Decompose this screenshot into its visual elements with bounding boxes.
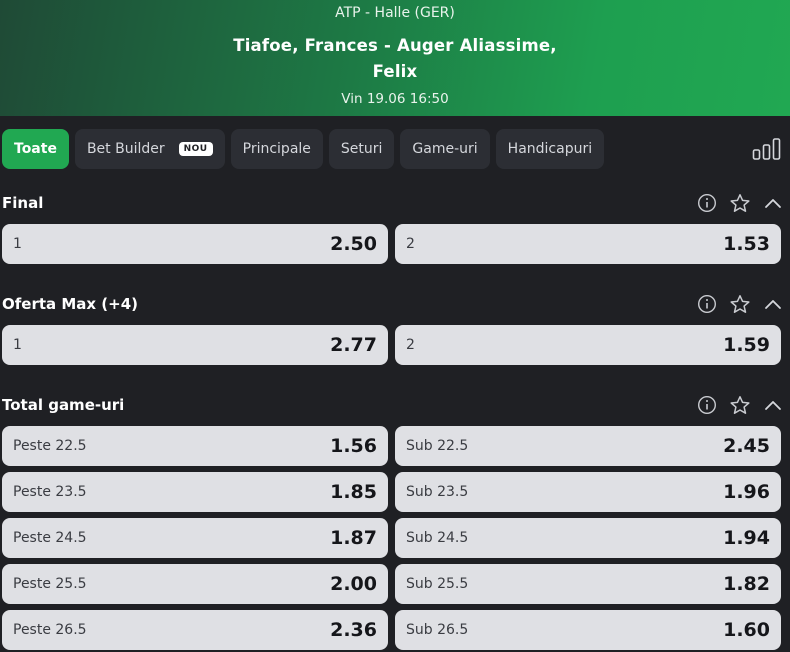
outcome-label: 1	[13, 337, 22, 353]
odd-value: 1.96	[723, 481, 770, 503]
odd-button[interactable]: 1 2.50	[2, 224, 388, 264]
odd-button[interactable]: Peste 22.5 1.56	[2, 426, 388, 466]
market-oferta-max: Oferta Max (+4) 1 2.77 2 1.59	[0, 293, 790, 365]
odd-button[interactable]: Peste 25.5 2.00	[2, 564, 388, 604]
odd-button[interactable]: Sub 22.5 2.45	[395, 426, 781, 466]
outcome-label: Sub 24.5	[406, 530, 469, 546]
odd-button[interactable]: Sub 26.5 1.60	[395, 610, 781, 650]
outcome-label: Sub 23.5	[406, 484, 469, 500]
event-header: ATP - Halle (GER) Tiafoe, Frances - Auge…	[0, 0, 790, 116]
odd-button[interactable]: Sub 25.5 1.82	[395, 564, 781, 604]
outcome-label: 1	[13, 236, 22, 252]
outcome-label: 2	[406, 236, 415, 252]
new-badge: NOU	[178, 142, 213, 156]
market-title: Oferta Max (+4)	[2, 295, 139, 313]
odds-row: Peste 22.5 1.56 Sub 22.5 2.45	[2, 426, 781, 466]
odd-value: 1.87	[330, 527, 377, 549]
league-name: ATP - Halle (GER)	[335, 5, 455, 21]
info-icon[interactable]	[697, 294, 717, 314]
market-title: Final	[2, 194, 44, 212]
market-actions	[696, 394, 788, 416]
outcome-label: 2	[406, 337, 415, 353]
odd-value: 1.82	[723, 573, 770, 595]
info-icon[interactable]	[697, 395, 717, 415]
tab-label: Toate	[14, 141, 57, 157]
tab-label: Principale	[242, 141, 311, 157]
market-tabs: Toate Bet Builder NOU Principale Seturi G…	[2, 129, 605, 169]
outcome-label: Sub 26.5	[406, 622, 469, 638]
odd-button[interactable]: Peste 24.5 1.87	[2, 518, 388, 558]
chevron-up-icon[interactable]	[764, 395, 782, 415]
tab-principale[interactable]: Principale	[230, 129, 323, 169]
tab-label: Seturi	[340, 141, 383, 157]
outcome-label: Peste 26.5	[13, 622, 87, 638]
outcome-label: Peste 23.5	[13, 484, 87, 500]
odds-row: Peste 25.5 2.00 Sub 25.5 1.82	[2, 564, 781, 604]
odd-value: 2.50	[330, 233, 377, 255]
chevron-up-icon[interactable]	[764, 294, 782, 314]
odd-value: 1.53	[723, 233, 770, 255]
market-final: Final 1 2.50 2 1.53	[0, 192, 790, 264]
tab-seturi[interactable]: Seturi	[328, 129, 395, 169]
tab-bet-builder[interactable]: Bet Builder NOU	[74, 129, 225, 169]
market-actions	[696, 192, 788, 214]
tab-game-uri[interactable]: Game-uri	[400, 129, 490, 169]
odd-value: 2.36	[330, 619, 377, 641]
market-title: Total game-uri	[2, 396, 125, 414]
outcome-label: Sub 25.5	[406, 576, 469, 592]
match-title: Tiafoe, Frances - Auger Aliassime, Felix	[0, 33, 790, 85]
info-icon[interactable]	[697, 193, 717, 213]
odd-button[interactable]: Sub 23.5 1.96	[395, 472, 781, 512]
odd-button[interactable]: 2 1.59	[395, 325, 781, 365]
market-actions	[696, 293, 788, 315]
match-title-line1: Tiafoe, Frances - Auger Aliassime,	[233, 36, 557, 55]
odd-button[interactable]: Peste 23.5 1.85	[2, 472, 388, 512]
tab-toate[interactable]: Toate	[2, 129, 69, 169]
market-total-game-uri: Total game-uri Peste 22.5 1.56 Sub 22.5 2.…	[0, 394, 790, 652]
chevron-up-icon[interactable]	[764, 193, 782, 213]
outcome-label: Peste 22.5	[13, 438, 87, 454]
odd-button[interactable]: Sub 24.5 1.94	[395, 518, 781, 558]
odds-row: Peste 26.5 2.36 Sub 26.5 1.60	[2, 610, 781, 650]
odds-row: 1 2.50 2 1.53	[2, 224, 781, 264]
tab-handicapuri[interactable]: Handicapuri	[495, 129, 605, 169]
odds-row: Peste 23.5 1.85 Sub 23.5 1.96	[2, 472, 781, 512]
tab-label: Game-uri	[412, 141, 478, 157]
odd-value: 1.56	[330, 435, 377, 457]
odd-button[interactable]: 2 1.53	[395, 224, 781, 264]
odd-value: 1.60	[723, 619, 770, 641]
odd-value: 1.85	[330, 481, 377, 503]
outcome-label: Sub 22.5	[406, 438, 469, 454]
odd-value: 2.77	[330, 334, 377, 356]
outcome-label: Peste 24.5	[13, 530, 87, 546]
star-icon[interactable]	[729, 294, 751, 315]
odds-row: Peste 24.5 1.87 Sub 24.5 1.94	[2, 518, 781, 558]
odd-value: 1.59	[723, 334, 770, 356]
match-title-line2: Felix	[372, 62, 418, 81]
odd-button[interactable]: 1 2.77	[2, 325, 388, 365]
outcome-label: Peste 25.5	[13, 576, 87, 592]
odd-button[interactable]: Peste 26.5 2.36	[2, 610, 388, 650]
odd-value: 2.00	[330, 573, 377, 595]
odds-row: 1 2.77 2 1.59	[2, 325, 781, 365]
bar-chart-icon[interactable]	[752, 137, 782, 161]
star-icon[interactable]	[729, 395, 751, 416]
tab-label: Handicapuri	[507, 141, 593, 157]
tab-label: Bet Builder	[86, 141, 165, 157]
odd-value: 1.94	[723, 527, 770, 549]
star-icon[interactable]	[729, 193, 751, 214]
event-datetime: Vin 19.06 16:50	[341, 91, 449, 107]
odd-value: 2.45	[723, 435, 770, 457]
